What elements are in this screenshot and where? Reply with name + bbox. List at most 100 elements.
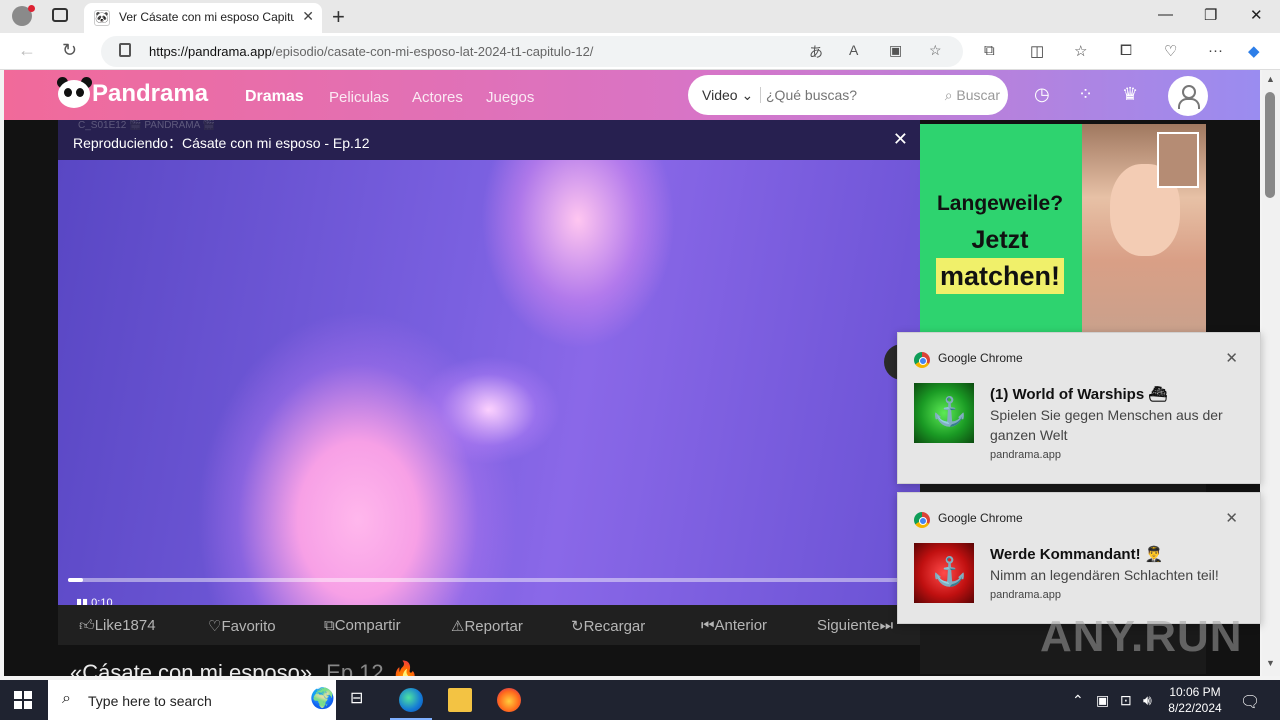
- player-top-bar: C_S01E12 🎬 PANDRAMA 🎬 Reproduciendo：Cása…: [58, 120, 920, 160]
- taskbar-search-placeholder: Type here to search: [88, 693, 212, 709]
- notification-card[interactable]: Google Chrome ✕ ⚓ Werde Kommandant! 👨‍✈️…: [897, 492, 1261, 624]
- categories-icon[interactable]: ⁘: [1078, 84, 1093, 105]
- immersive-reader-icon[interactable]: ▣: [889, 42, 902, 59]
- tab-title: Ver Cásate con mi esposo Capitul: [119, 10, 294, 24]
- video-watermark: C_S01E12 🎬 PANDRAMA 🎬: [78, 120, 215, 131]
- restore-icon[interactable]: ❐: [1204, 6, 1217, 24]
- favorite-button[interactable]: ♡Favorito: [208, 617, 276, 635]
- extensions-icon[interactable]: ⧉: [984, 42, 995, 59]
- share-button[interactable]: ⧉Compartir: [324, 617, 401, 634]
- previous-icon: ⏮: [701, 617, 715, 634]
- share-icon: ⧉: [324, 617, 335, 634]
- translate-icon[interactable]: あ: [809, 42, 823, 62]
- search-input[interactable]: [766, 85, 926, 105]
- search-divider: [760, 87, 761, 103]
- scroll-down-icon[interactable]: ▼: [1266, 658, 1275, 668]
- page-scrollbar[interactable]: ▲ ▼: [1262, 70, 1280, 676]
- reload-button[interactable]: ↻Recargar: [571, 617, 645, 635]
- windows-start-icon[interactable]: [14, 691, 32, 709]
- video-frame[interactable]: [58, 160, 920, 605]
- user-avatar[interactable]: [1168, 76, 1208, 116]
- collections-icon[interactable]: ⧠: [1120, 42, 1132, 59]
- tab-strip: 🐼 Ver Cásate con mi esposo Capitul ✕ + —…: [0, 0, 1280, 33]
- notification-source: pandrama.app: [990, 449, 1061, 461]
- site-header: Pandrama Dramas Peliculas Actores Juegos…: [4, 70, 1260, 120]
- heart-icon: ♡: [208, 618, 222, 635]
- like-button[interactable]: 👍︎Like1874: [79, 617, 156, 635]
- split-screen-icon[interactable]: ◫: [1030, 42, 1044, 60]
- notification-close-icon[interactable]: ✕: [1225, 349, 1238, 367]
- tray-overflow-icon[interactable]: ⌃: [1072, 692, 1084, 709]
- drama-title-text: «Cásate con mi esposo»: [70, 660, 313, 676]
- notification-body: Nimm an legendären Schlachten teil!: [990, 567, 1219, 583]
- read-aloud-icon[interactable]: A: [849, 42, 858, 58]
- history-icon[interactable]: ◷: [1034, 84, 1050, 105]
- browser-toolbar: ← ↻ https://pandrama.app/episodio/casate…: [0, 33, 1280, 70]
- progress-fill: [68, 578, 84, 582]
- network-icon[interactable]: ⊡: [1120, 692, 1132, 709]
- notification-close-icon[interactable]: ✕: [1225, 509, 1238, 527]
- nav-juegos[interactable]: Juegos: [486, 89, 534, 106]
- performance-icon[interactable]: ♡: [1164, 42, 1177, 60]
- browser-tab[interactable]: 🐼 Ver Cásate con mi esposo Capitul ✕: [84, 3, 322, 33]
- anchor-icon: ⚓: [932, 556, 967, 587]
- search-type-select[interactable]: Video ⌄: [702, 87, 753, 104]
- tab-actions-icon[interactable]: [52, 8, 68, 22]
- clock[interactable]: 10:06 PM 8/22/2024: [1165, 684, 1225, 716]
- notification-source: pandrama.app: [990, 589, 1061, 601]
- thumb-up-icon: 👍︎: [79, 617, 95, 634]
- favorites-icon[interactable]: ☆: [1074, 42, 1087, 60]
- advertisement[interactable]: Langeweile? Jetzt matchen!: [920, 124, 1206, 334]
- tab-close-icon[interactable]: ✕: [302, 8, 314, 25]
- search-button[interactable]: ⌕ Buscar: [945, 87, 1000, 104]
- nav-dramas[interactable]: Dramas: [245, 88, 304, 106]
- minimize-icon[interactable]: —: [1158, 6, 1173, 23]
- warning-icon: ⚠: [451, 618, 465, 635]
- volume-icon[interactable]: 🔊︎: [1143, 692, 1152, 709]
- notification-app-name: Google Chrome: [938, 511, 1023, 525]
- taskbar-search[interactable]: ⌕ Type here to search 🌍: [48, 680, 336, 720]
- notification-title: (1) World of Warships ⛴: [990, 386, 1168, 403]
- ad-line-3: matchen!: [935, 258, 1065, 294]
- panda-logo-icon: [58, 80, 90, 108]
- episode-label: Ep.12: [326, 660, 384, 676]
- crown-icon[interactable]: ♛: [1122, 84, 1138, 105]
- back-icon[interactable]: ←: [18, 40, 36, 61]
- ad-line-2: Jetzt: [971, 226, 1029, 254]
- notification-card[interactable]: Google Chrome ✕ ⚓ (1) World of Warships …: [897, 332, 1261, 484]
- more-menu-icon[interactable]: ···: [1208, 42, 1223, 59]
- nav-peliculas[interactable]: Peliculas: [329, 89, 389, 106]
- warships-image: ⚓: [914, 543, 974, 603]
- url-text[interactable]: https://pandrama.app/episodio/casate-con…: [149, 44, 593, 59]
- close-window-icon[interactable]: ✕: [1250, 6, 1263, 24]
- reload-icon[interactable]: ↻: [62, 40, 77, 61]
- edge-icon[interactable]: [390, 688, 432, 720]
- clock-time: 10:06 PM: [1169, 685, 1221, 699]
- search-box: Video ⌄ ⌕ Buscar: [688, 75, 1008, 115]
- address-bar[interactable]: https://pandrama.app/episodio/casate-con…: [101, 36, 963, 67]
- copilot-icon[interactable]: ◆: [1248, 42, 1260, 60]
- notification-dot: [28, 5, 35, 12]
- ad-text: Langeweile? Jetzt matchen!: [920, 186, 1080, 299]
- chrome-icon: [914, 352, 930, 368]
- lock-icon[interactable]: [119, 43, 131, 57]
- report-button[interactable]: ⚠Reportar: [451, 617, 523, 635]
- player-close-icon[interactable]: ✕: [893, 129, 908, 150]
- scroll-thumb[interactable]: [1265, 92, 1275, 198]
- new-tab-icon[interactable]: +: [332, 4, 345, 30]
- firefox-icon[interactable]: [497, 688, 521, 712]
- clock-date: 8/22/2024: [1168, 701, 1222, 715]
- progress-bar[interactable]: [68, 578, 908, 582]
- file-explorer-icon[interactable]: [448, 688, 472, 712]
- video-player[interactable]: C_S01E12 🎬 PANDRAMA 🎬 Reproduciendo：Cása…: [58, 120, 920, 605]
- nav-actores[interactable]: Actores: [412, 89, 463, 106]
- previous-button[interactable]: ⏮Anterior: [701, 617, 767, 634]
- notification-center-icon[interactable]: 🗨︎: [1240, 692, 1260, 712]
- task-view-icon[interactable]: ⊟: [350, 688, 374, 712]
- next-button[interactable]: Siguiente⏭: [817, 617, 893, 634]
- favorite-star-icon[interactable]: ☆: [929, 42, 942, 59]
- notification-title: Werde Kommandant! 👨‍✈️: [990, 546, 1164, 563]
- scroll-up-icon[interactable]: ▲: [1266, 74, 1275, 84]
- device-icon[interactable]: ▣: [1096, 692, 1109, 709]
- warships-image: ⚓: [914, 383, 974, 443]
